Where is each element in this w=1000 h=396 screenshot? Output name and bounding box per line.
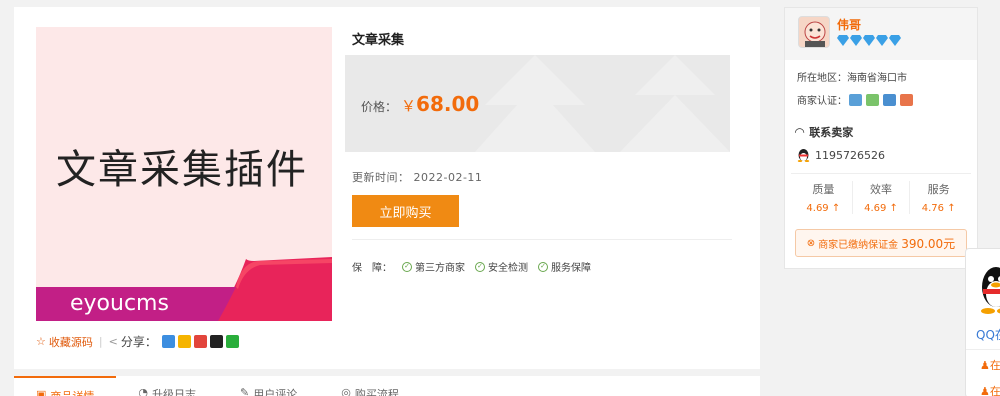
favorite-link[interactable]: ☆ 收藏源码 (36, 334, 93, 350)
float-row[interactable]: ♟ 在 (980, 383, 1000, 396)
check-icon: ✓ (402, 261, 412, 272)
image-actions: ☆ 收藏源码 | < 分享： (36, 333, 239, 350)
auth-label: 商家认证： (797, 96, 847, 107)
avatar[interactable] (798, 16, 830, 48)
diamond-icon (863, 35, 875, 46)
score-quality: 质量 4.69 ↑ (795, 181, 853, 214)
qq-small-icon: ♟ (980, 384, 990, 396)
arrow-up-icon: ↑ (947, 203, 956, 214)
seller-scores: 质量 4.69 ↑ 效率 4.69 ↑ 服务 4.76 ↑ (795, 181, 967, 214)
favorite-label: 收藏源码 (48, 335, 93, 349)
diamond-icon (876, 35, 888, 46)
share-icon: < (108, 335, 118, 348)
region-value: 海南省海口市 (847, 73, 907, 84)
diamond-icon (837, 35, 849, 46)
share-group: < 分享： (109, 333, 239, 350)
share-weibo-icon[interactable] (193, 335, 207, 348)
share-label: 分享： (120, 335, 157, 349)
product-title: 文章采集 (352, 33, 405, 48)
qq-number: 1195726526 (815, 148, 885, 162)
guarantee-row: 保 障： ✓ 第三方商家 ✓ 安全检测 ✓ 服务保障 (352, 259, 591, 274)
tab-purchase-flow[interactable]: ◎ 购买流程 (319, 376, 421, 396)
qq-small-icon: ♟ (980, 358, 990, 372)
changelog-icon: ◔ (138, 386, 149, 396)
arrow-up-icon: ↑ (889, 203, 898, 214)
contact-label: 联系卖家 (809, 126, 854, 139)
float-row[interactable]: ♟ 在 (980, 357, 1000, 373)
seller-level (837, 35, 901, 46)
deposit-amount: 390.00元 (901, 236, 956, 251)
buy-now-button[interactable]: 立即购买 (352, 195, 459, 227)
arrow-up-icon: ↑ (831, 203, 841, 214)
qq-contact[interactable]: 1195726526 (797, 148, 885, 162)
guarantee-item: ✓ 服务保障 (538, 259, 591, 274)
update-row: 更新时间： 2022-02-11 (352, 169, 482, 185)
score-efficiency: 效率 4.69 ↑ (853, 181, 911, 214)
update-date: 2022-02-11 (413, 171, 483, 184)
avatar-art (804, 21, 826, 47)
contact-seller: ◠ 联系卖家 (795, 124, 853, 140)
tab-changelog[interactable]: ◔ 升级日志 (116, 376, 218, 396)
region-line: 所在地区： 海南省海口市 (797, 69, 907, 84)
qq-penguin-icon (797, 149, 810, 162)
qq-penguin-icon (981, 267, 1000, 314)
check-icon: ✓ (538, 261, 548, 272)
product-card: 文章采集插件 eyoucms ☆ 收藏源码 | < 分享： 文章采集 价格： ￥… (14, 7, 760, 369)
auth-line: 商家认证： (797, 92, 913, 107)
tab-details[interactable]: ▣ 商品详情 (14, 376, 117, 396)
diamond-icon (850, 35, 862, 46)
deposit-text: 商家已缴纳保证金 (818, 239, 899, 251)
floating-qq-widget[interactable]: QQ在线 ♟在 ♟在 (965, 248, 1000, 396)
guarantee-label: 保 障： (352, 263, 392, 274)
divider (966, 349, 1000, 350)
score-service: 服务 4.76 ↑ (921, 183, 956, 214)
qq-online-label: QQ在线 (976, 328, 1000, 342)
deposit-badge: ⊗ 商家已缴纳保证金 390.00元 (795, 229, 967, 257)
headset-icon: ◠ (795, 125, 805, 139)
share-qzone-icon[interactable] (177, 335, 191, 348)
id-verified-icon (883, 93, 896, 106)
share-more-icon[interactable] (161, 335, 175, 348)
share-qq-icon[interactable] (209, 335, 223, 348)
guarantee-item: ✓ 第三方商家 (402, 259, 465, 274)
reviews-icon: ✎ (240, 386, 250, 396)
seller-card: 伟哥 所在地区： 海南省海口市 商家认证： ◠ 联系卖家 1195726526 … (784, 7, 978, 269)
company-verified-icon (900, 93, 913, 106)
region-label: 所在地区： (797, 73, 847, 84)
diamond-icon (889, 35, 901, 46)
seller-header: 伟哥 (785, 8, 977, 60)
product-image[interactable]: 文章采集插件 eyoucms (36, 27, 332, 321)
flow-icon: ◎ (341, 386, 351, 396)
separator: | (98, 335, 103, 348)
price-box: 价格： ￥ 68.00 (345, 55, 730, 152)
price-value: 68.00 (416, 92, 480, 116)
check-icon: ✓ (475, 261, 485, 272)
price-label: 价格： (361, 100, 398, 114)
detail-tabs: ▣ 商品详情 ◔ 升级日志 ✎ 用户评论 ◎ 购买流程 (14, 376, 760, 396)
guarantee-item: ✓ 安全检测 (475, 259, 528, 274)
deposit-icon: ⊗ (806, 237, 816, 249)
share-wechat-icon[interactable] (225, 335, 239, 348)
seller-name[interactable]: 伟哥 (837, 16, 861, 33)
price-currency: ￥ (401, 97, 417, 115)
tab-reviews[interactable]: ✎ 用户评论 (218, 376, 319, 396)
product-image-text: 文章采集插件 (56, 147, 308, 193)
update-label: 更新时间： (352, 171, 410, 184)
details-icon: ▣ (36, 388, 47, 396)
divider (791, 173, 971, 174)
phone-verified-icon (849, 93, 862, 106)
email-verified-icon (866, 93, 879, 106)
divider (352, 239, 732, 240)
star-icon: ☆ (36, 335, 46, 348)
product-image-brand: eyoucms (70, 291, 169, 316)
